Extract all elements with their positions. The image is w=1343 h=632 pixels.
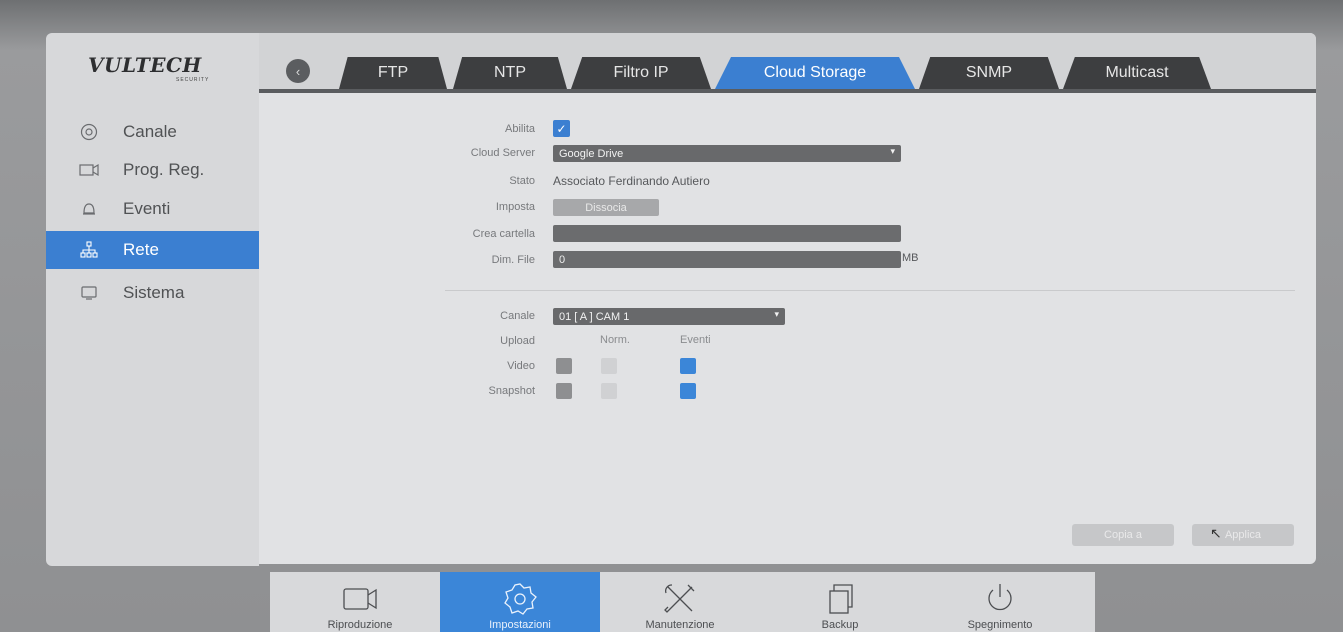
tab-filtro-ip[interactable]: Filtro IP [571, 57, 711, 89]
snapshot-upload-checkbox[interactable] [556, 383, 572, 399]
power-icon [982, 580, 1018, 618]
vultech-logo: VULTECH [88, 53, 202, 77]
sidebar-item-label: Sistema [123, 283, 185, 302]
maintenance-tools-icon [660, 580, 700, 618]
cloud-server-select[interactable]: Google Drive ▾ [553, 145, 901, 162]
channel-select[interactable]: 01 [ A ] CAM 1 ▾ [553, 308, 785, 325]
sidebar-item-eventi[interactable]: Eventi [46, 190, 259, 228]
dropdown-arrow-icon: ▾ [774, 309, 779, 319]
dropdown-arrow-icon: ▾ [890, 146, 895, 156]
playback-camera-icon [338, 580, 382, 618]
dock-label: Manutenzione [645, 619, 715, 631]
record-schedule-icon [79, 160, 99, 180]
tab-multicast[interactable]: Multicast [1063, 57, 1211, 89]
dock-label: Spegnimento [967, 619, 1033, 631]
dock-manutenzione[interactable]: Manutenzione [600, 572, 760, 632]
video-label: Video [507, 360, 535, 372]
section-divider [445, 290, 1295, 291]
dock-label: Impostazioni [489, 619, 551, 631]
create-folder-label: Crea cartella [472, 228, 535, 240]
network-icon [79, 240, 99, 260]
sidebar-item-canale[interactable]: Canale [46, 113, 259, 151]
chevron-left-icon: ‹ [295, 63, 301, 79]
create-folder-input[interactable] [553, 225, 901, 242]
channel-value: 01 [ A ] CAM 1 [559, 310, 630, 323]
file-size-input[interactable]: 0 [553, 251, 901, 268]
sidebar-item-label: Canale [123, 122, 177, 141]
enable-label: Abilita [505, 123, 535, 135]
main-panel: ‹ FTP NTP Filtro IP Cloud Storage SNMP M… [259, 33, 1316, 564]
dock-riproduzione[interactable]: Riproduzione [280, 572, 440, 632]
sidebar-item-prog-reg[interactable]: Prog. Reg. [46, 151, 259, 189]
tab-ftp[interactable]: FTP [339, 57, 447, 89]
dock-backup[interactable]: Backup [760, 572, 920, 632]
video-norm-checkbox[interactable] [601, 358, 617, 374]
tab-snmp[interactable]: SNMP [919, 57, 1059, 89]
cloud-server-value: Google Drive [559, 147, 624, 160]
dock-label: Riproduzione [327, 619, 393, 631]
dock-label: Backup [821, 619, 859, 631]
enable-checkbox[interactable]: ✓ [553, 120, 570, 137]
monitor-icon [79, 283, 99, 303]
check-icon: ✓ [556, 121, 567, 136]
sidebar-item-rete[interactable]: Rete [46, 231, 259, 269]
video-upload-checkbox[interactable] [556, 358, 572, 374]
alarm-bell-icon [79, 199, 99, 219]
backup-document-icon [822, 580, 858, 618]
events-column-header: Eventi [680, 334, 711, 346]
upload-label: Upload [500, 335, 535, 347]
copy-to-button[interactable]: Copia a [1072, 524, 1174, 546]
snapshot-events-checkbox[interactable] [680, 383, 696, 399]
sidebar-item-label: Rete [123, 240, 159, 259]
sidebar-item-sistema[interactable]: Sistema [46, 274, 259, 312]
channel-label: Canale [500, 310, 535, 322]
file-size-unit: MB [902, 252, 919, 264]
video-events-checkbox[interactable] [680, 358, 696, 374]
dissocia-button[interactable]: Dissocia [553, 199, 659, 216]
back-button[interactable]: ‹ [286, 59, 310, 83]
status-value: Associato Ferdinando Autiero [553, 174, 710, 188]
dock-impostazioni[interactable]: Impostazioni [440, 572, 600, 632]
sidebar: VULTECH SECURITY Canale Prog. Reg. Event… [46, 33, 259, 566]
apply-button[interactable]: Applica [1192, 524, 1294, 546]
status-label: Stato [509, 175, 535, 187]
camera-circle-icon [79, 122, 99, 142]
tab-cloud-storage[interactable]: Cloud Storage [715, 57, 915, 89]
sidebar-item-label: Eventi [123, 199, 171, 218]
bottom-dock: Riproduzione Impostazioni Manutenzione B… [270, 572, 1095, 632]
dock-spegnimento[interactable]: Spegnimento [920, 572, 1080, 632]
tab-bar: ‹ FTP NTP Filtro IP Cloud Storage SNMP M… [259, 33, 1316, 93]
setting-label: Imposta [495, 201, 535, 213]
cloud-server-label: Cloud Server [470, 147, 535, 159]
tab-ntp[interactable]: NTP [453, 57, 567, 89]
sidebar-item-label: Prog. Reg. [123, 160, 205, 179]
norm-column-header: Norm. [600, 334, 630, 346]
logo-subtitle: SECURITY [176, 77, 210, 83]
mouse-cursor-icon: ↖ [1210, 525, 1222, 541]
file-size-label: Dim. File [491, 254, 535, 266]
snapshot-label: Snapshot [488, 385, 535, 397]
settings-gear-icon [500, 580, 540, 618]
snapshot-norm-checkbox[interactable] [601, 383, 617, 399]
